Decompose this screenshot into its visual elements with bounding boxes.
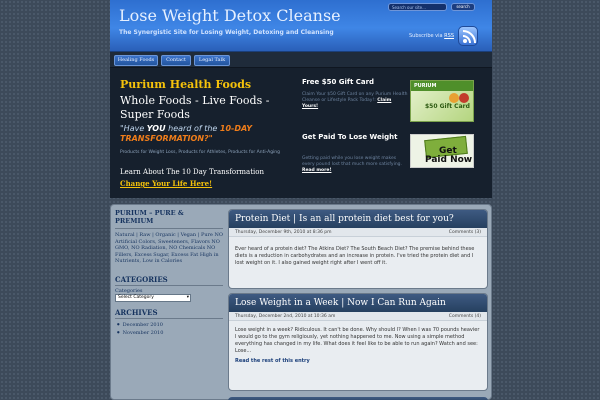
rss-link[interactable]: RSS bbox=[444, 33, 454, 39]
post-comments-link[interactable]: Comments (3) bbox=[449, 228, 481, 237]
get-paid-image-text: Get Paid Now bbox=[425, 147, 472, 165]
sidebar-text: Natural | Raw | Organic | Vegan | Pure N… bbox=[115, 228, 223, 265]
gift-card-image[interactable]: PURIUM $50 Gift Card bbox=[410, 80, 474, 122]
promo-small-text: Products for Weight Loss, Products for A… bbox=[120, 150, 281, 155]
fruit-icon bbox=[449, 93, 459, 103]
post-date: Thursday, December 9th, 2010 at 8:36 pm bbox=[235, 230, 332, 235]
gift-card-body: Claim Your $50 Gift Card on any Purium H… bbox=[302, 92, 408, 110]
get-paid-line2: Paid Now bbox=[425, 155, 473, 165]
read-more-link[interactable]: Read more! bbox=[302, 168, 331, 173]
site-header: Lose Weight Detox Cleanse The Synergisti… bbox=[110, 0, 492, 52]
quote-transformation: TRANSFORMATION?" bbox=[120, 134, 213, 143]
promo-banner: Purium Health Foods Whole Foods - Live F… bbox=[110, 68, 492, 198]
post-body: Lose weight in a week? Ridiculous. It ca… bbox=[235, 327, 480, 354]
subscribe-text: Subscribe via RSS bbox=[409, 33, 454, 39]
chevron-down-icon: ▾ bbox=[186, 294, 189, 300]
site-tagline: The Synergistic Site for Losing Weight, … bbox=[119, 29, 334, 36]
change-life-link[interactable]: Change Your Life Here! bbox=[120, 179, 212, 188]
sidebar: PURIUM – PURE & PREMIUM Natural | Raw | … bbox=[115, 209, 223, 397]
promo-learn: Learn About The 10 Day Transformation bbox=[120, 168, 265, 176]
get-paid-image[interactable]: Get Paid Now bbox=[410, 134, 474, 168]
fruit-icon bbox=[459, 93, 469, 103]
post-card: Protein Diet | Is an all protein diet be… bbox=[228, 209, 488, 289]
post-date: Thursday, December 2nd, 2010 at 10:36 am bbox=[235, 314, 336, 319]
post-title[interactable]: Protein Diet | Is an all protein diet be… bbox=[229, 210, 487, 228]
archives-list: December 2010 November 2010 bbox=[115, 321, 223, 337]
categories-heading: CATEGORIES bbox=[115, 275, 223, 286]
post-body: Ever heard of a protein diet? The Atkins… bbox=[235, 246, 475, 266]
search-input[interactable]: Search our site... bbox=[388, 3, 447, 11]
tab-contact[interactable]: Contact bbox=[161, 55, 191, 66]
tab-healing-foods[interactable]: Healing Foods bbox=[114, 55, 158, 66]
gift-card-amount: $50 Gift Card bbox=[425, 103, 470, 110]
archives-heading: ARCHIVES bbox=[115, 308, 223, 319]
get-paid-title: Get Paid To Lose Weight bbox=[302, 133, 398, 141]
post-card: Lose Weight in a Week | Now I Can Run Ag… bbox=[228, 293, 488, 391]
rss-icon[interactable] bbox=[458, 26, 478, 46]
archive-item[interactable]: December 2010 bbox=[117, 321, 223, 329]
promo-quote: "Have YOU heard of the 10-DAY TRANSFORMA… bbox=[120, 124, 300, 144]
post-meta: Thursday, December 9th, 2010 at 8:36 pm … bbox=[229, 228, 487, 237]
post-comments-link[interactable]: Comments (4) bbox=[449, 312, 481, 321]
gift-card-title: Free $50 Gift Card bbox=[302, 78, 375, 86]
main-nav: Healing Foods Contact Legal Talk bbox=[110, 52, 492, 68]
post-meta: Thursday, December 2nd, 2010 at 10:36 am… bbox=[229, 312, 487, 321]
page-wrapper: Lose Weight Detox Cleanse The Synergisti… bbox=[110, 0, 492, 400]
tab-legal-talk[interactable]: Legal Talk bbox=[194, 55, 230, 66]
quote-pre: "Have bbox=[120, 124, 147, 133]
post-title[interactable]: Lose Weight in a Week | Now I Can Run Ag… bbox=[229, 294, 487, 312]
gift-card-text: Claim Your $50 Gift Card on any Purium H… bbox=[302, 92, 408, 103]
subscribe-label: Subscribe via bbox=[409, 33, 443, 39]
category-select[interactable]: Select Category ▾ bbox=[115, 293, 191, 302]
quote-ten-day: 10-DAY bbox=[219, 124, 253, 133]
quote-you: YOU bbox=[146, 124, 166, 133]
sidebar-title: PURIUM – PURE & PREMIUM bbox=[115, 209, 184, 225]
site-title[interactable]: Lose Weight Detox Cleanse bbox=[119, 6, 341, 25]
content-area: PURIUM – PURE & PREMIUM Natural | Raw | … bbox=[110, 204, 492, 400]
search-button[interactable]: search bbox=[451, 3, 475, 11]
archive-item[interactable]: November 2010 bbox=[117, 329, 223, 337]
category-select-value: Select Category bbox=[118, 294, 154, 300]
promo-subtitle: Whole Foods - Live Foods - Super Foods bbox=[120, 94, 270, 121]
quote-mid: heard of the bbox=[165, 124, 220, 133]
read-more-link[interactable]: Read the rest of this entry bbox=[229, 355, 487, 367]
gift-card-brand: PURIUM bbox=[411, 81, 473, 91]
get-paid-text: Getting paid while you lose weight makes… bbox=[302, 156, 402, 167]
promo-brand: Purium Health Foods bbox=[120, 78, 252, 91]
get-paid-body: Getting paid while you lose weight makes… bbox=[302, 156, 408, 174]
